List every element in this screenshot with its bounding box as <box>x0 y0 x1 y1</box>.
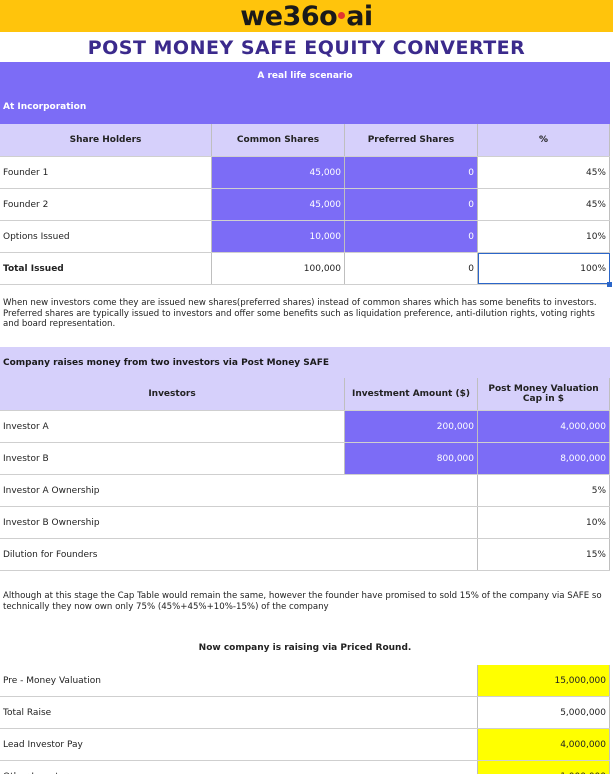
shareholder-name[interactable]: Options Issued <box>0 221 212 252</box>
header-share-holders[interactable]: Share Holders <box>0 124 212 156</box>
investor-name[interactable]: Investor A <box>0 411 345 442</box>
subtitle-band: A real life scenario <box>0 62 610 90</box>
investment-amount-cell[interactable]: 800,000 <box>345 443 478 474</box>
shareholder-name[interactable]: Founder 2 <box>0 189 212 220</box>
header-common-shares[interactable]: Common Shares <box>212 124 345 156</box>
page-title: POST MONEY SAFE EQUITY CONVERTER <box>87 37 526 59</box>
note-preferred-shares: When new investors come they are issued … <box>3 298 597 329</box>
note-cap-table: Although at this stage the Cap Table wou… <box>3 591 602 612</box>
common-shares-cell[interactable]: 45,000 <box>212 157 345 188</box>
section-incorporation-title: At Incorporation <box>3 102 87 112</box>
table-row: Pre - Money Valuation 15,000,000 <box>0 665 610 697</box>
preferred-shares-cell[interactable]: 0 <box>345 157 478 188</box>
table-row: Founder 1 45,000 0 45% <box>0 157 610 189</box>
header-preferred-shares[interactable]: Preferred Shares <box>345 124 478 156</box>
priced-value[interactable]: 5,000,000 <box>478 697 610 728</box>
table-row: Founder 2 45,000 0 45% <box>0 189 610 221</box>
safe-header-row: Investors Investment Amount ($) Post Mon… <box>0 378 610 411</box>
incorporation-header-row: Share Holders Common Shares Preferred Sh… <box>0 124 610 157</box>
subtitle: A real life scenario <box>257 71 353 81</box>
section-incorporation[interactable]: At Incorporation <box>0 90 610 124</box>
ownership-value[interactable]: 10% <box>478 507 610 538</box>
priced-label[interactable]: Pre - Money Valuation <box>0 665 478 696</box>
priced-value[interactable]: 4,000,000 <box>478 729 610 760</box>
section-safe[interactable]: Company raises money from two investors … <box>0 347 610 378</box>
header-valuation-cap[interactable]: Post Money Valuation Cap in $ <box>478 378 610 410</box>
preferred-shares-cell[interactable]: 0 <box>345 221 478 252</box>
header-percent[interactable]: % <box>478 124 610 156</box>
investor-name[interactable]: Investor B <box>0 443 345 474</box>
table-row: Lead Investor Pay 4,000,000 <box>0 729 610 761</box>
preferred-shares-cell[interactable]: 0 <box>345 189 478 220</box>
shareholder-name[interactable]: Founder 1 <box>0 157 212 188</box>
total-common-shares[interactable]: 100,000 <box>212 253 345 284</box>
ownership-label[interactable]: Investor B Ownership <box>0 507 478 538</box>
header-investment-amount[interactable]: Investment Amount ($) <box>345 378 478 410</box>
priced-value[interactable]: 1,000,000 <box>478 761 610 774</box>
ownership-value[interactable]: 15% <box>478 539 610 570</box>
percent-cell[interactable]: 45% <box>478 157 610 188</box>
investment-amount-cell[interactable]: 200,000 <box>345 411 478 442</box>
total-preferred-shares[interactable]: 0 <box>345 253 478 284</box>
priced-label[interactable]: Total Raise <box>0 697 478 728</box>
priced-value[interactable]: 15,000,000 <box>478 665 610 696</box>
common-shares-cell[interactable]: 10,000 <box>212 221 345 252</box>
total-issued-label[interactable]: Total Issued <box>0 253 212 284</box>
priced-round-heading: Now company is raising via Priced Round. <box>198 643 412 653</box>
logo-bar: we36o ai <box>0 0 613 32</box>
table-row: Investor A 200,000 4,000,000 <box>0 411 610 443</box>
table-row: Investor A Ownership 5% <box>0 475 610 507</box>
common-shares-cell[interactable]: 45,000 <box>212 189 345 220</box>
ownership-label[interactable]: Dilution for Founders <box>0 539 478 570</box>
ownership-value[interactable]: 5% <box>478 475 610 506</box>
table-row: Dilution for Founders 15% <box>0 539 610 571</box>
valuation-cap-cell[interactable]: 8,000,000 <box>478 443 610 474</box>
priced-label[interactable]: Lead Investor Pay <box>0 729 478 760</box>
fill-handle[interactable] <box>607 282 612 287</box>
logo-dot-icon <box>338 11 346 19</box>
table-row: Investor B 800,000 8,000,000 <box>0 443 610 475</box>
table-row: Investor B Ownership 10% <box>0 507 610 539</box>
header-investors[interactable]: Investors <box>0 378 345 410</box>
percent-cell[interactable]: 10% <box>478 221 610 252</box>
priced-label[interactable]: Other Investors <box>0 761 478 774</box>
table-row-total: Total Issued 100,000 0 100% <box>0 253 610 285</box>
table-row: Other Investors 1,000,000 <box>0 761 610 774</box>
total-percent-selected-cell[interactable]: 100% <box>478 253 610 284</box>
table-row: Total Raise 5,000,000 <box>0 697 610 729</box>
section-safe-title: Company raises money from two investors … <box>3 357 330 368</box>
table-row: Options Issued 10,000 0 10% <box>0 221 610 253</box>
valuation-cap-cell[interactable]: 4,000,000 <box>478 411 610 442</box>
percent-cell[interactable]: 45% <box>478 189 610 220</box>
ownership-label[interactable]: Investor A Ownership <box>0 475 478 506</box>
we360-logo: we36o ai <box>240 0 373 32</box>
